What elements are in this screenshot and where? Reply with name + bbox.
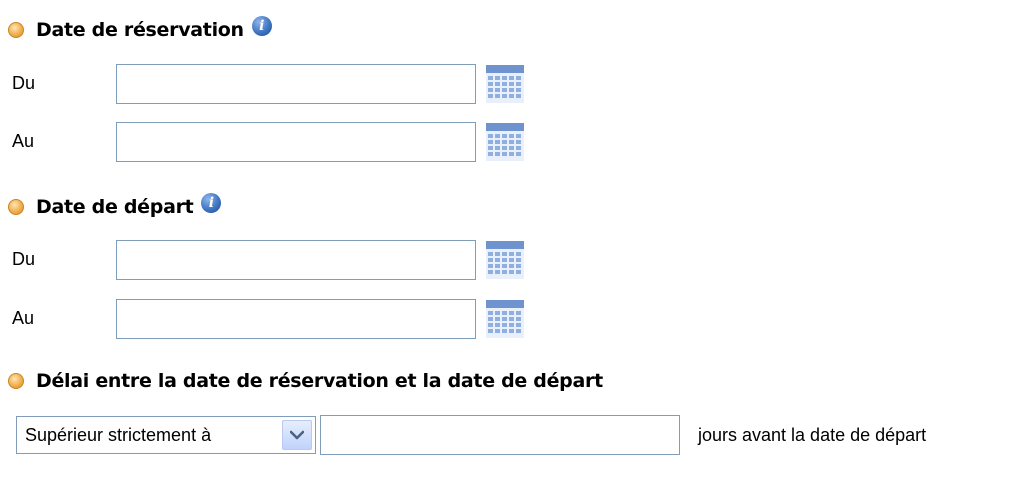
delay-header: Délai entre la date de réservation et la… [8,368,603,394]
reservation-to-input[interactable] [116,122,476,162]
departure-date-header: Date de départ i [8,193,222,220]
reservation-from-input[interactable] [116,64,476,104]
calendar-icon[interactable] [486,65,524,103]
search-form: Date de réservation i Du Au Date de dépa… [0,0,1024,485]
info-icon[interactable]: i [251,16,272,36]
calendar-icon[interactable] [486,241,524,279]
reservation-date-title: Date de réservation [36,19,244,41]
calendar-icon[interactable] [486,300,524,338]
bullet-icon [8,373,24,389]
departure-to-input[interactable] [116,299,476,339]
reservation-date-header: Date de réservation i [8,16,272,43]
delay-title: Délai entre la date de réservation et la… [36,370,603,392]
info-icon[interactable]: i [201,193,222,213]
departure-to-label: Au [12,308,35,328]
days-suffix-label: jours avant la date de départ [698,425,927,445]
departure-from-label: Du [12,249,36,269]
departure-date-title: Date de départ [36,196,194,218]
comparison-select[interactable]: Supérieur strictement à [16,416,316,454]
departure-from-input[interactable] [116,240,476,280]
days-input[interactable] [320,415,680,455]
comparison-select-value: Supérieur strictement à [25,424,212,445]
reservation-to-label: Au [12,131,35,151]
bullet-icon [8,22,24,38]
reservation-from-label: Du [12,73,36,93]
calendar-icon[interactable] [486,123,524,161]
chevron-down-icon[interactable] [282,420,312,450]
bullet-icon [8,199,24,215]
